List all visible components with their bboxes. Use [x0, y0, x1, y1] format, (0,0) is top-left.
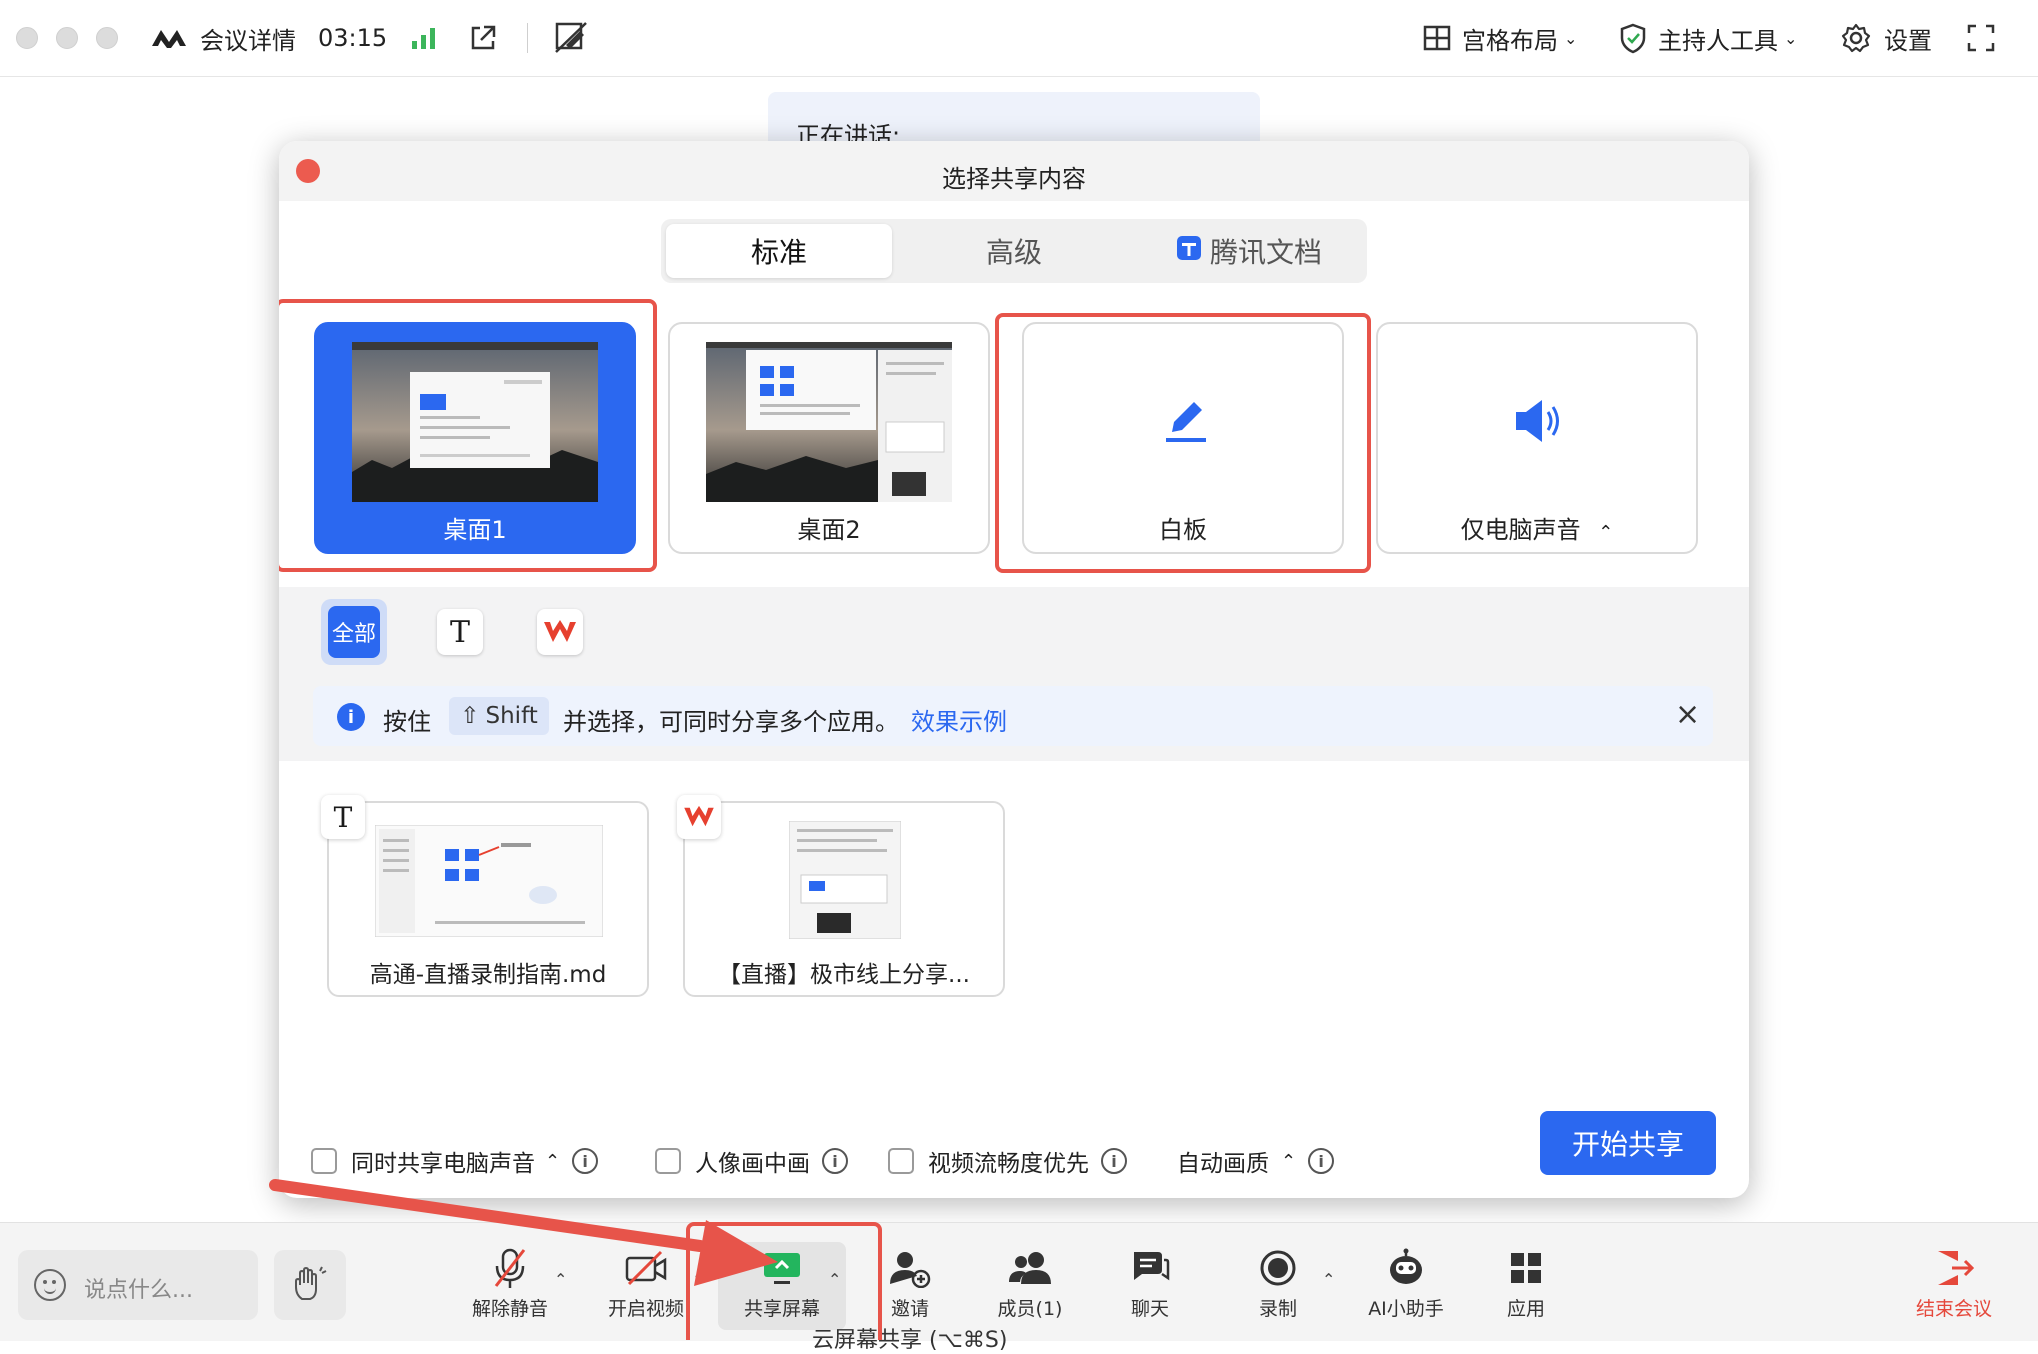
annotation-arrow — [269, 1179, 778, 1286]
